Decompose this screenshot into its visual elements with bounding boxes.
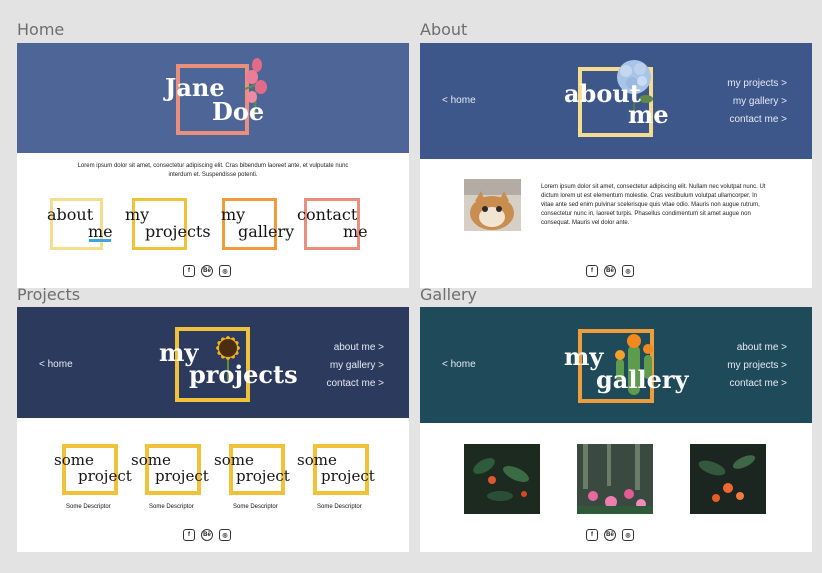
active-underline <box>89 239 111 242</box>
home-intro-text: Lorem ipsum dolor sit amet, consectetur … <box>77 163 349 178</box>
about-nav: my projects > my gallery > contact me > <box>727 75 787 129</box>
nav-about-me[interactable]: about me > <box>326 339 384 357</box>
instagram-icon[interactable]: ◎ <box>219 529 231 541</box>
project-word-top: some <box>131 451 171 469</box>
behance-icon[interactable]: Bē <box>604 529 616 541</box>
tile-word-bottom: me <box>88 222 113 241</box>
tile-word-top: contact <box>297 205 358 224</box>
hero-name-last: Doe <box>212 97 265 126</box>
gallery-photo-1[interactable] <box>464 444 540 514</box>
section-label-home: Home <box>17 20 65 39</box>
projects-page-mockup: my projects < home about me > my gallery… <box>17 307 409 552</box>
facebook-icon[interactable]: f <box>183 529 195 541</box>
gallery-photo-3[interactable] <box>690 444 766 514</box>
section-label-about: About <box>420 20 468 39</box>
behance-icon[interactable]: Bē <box>604 265 616 277</box>
nav-contact-me[interactable]: contact me > <box>727 375 787 393</box>
nav-about-me[interactable]: about me > <box>727 339 787 357</box>
tile-word-bottom: gallery <box>238 222 295 241</box>
back-home-link[interactable]: < home <box>442 359 476 370</box>
tile-word-bottom: me <box>343 222 368 241</box>
projects-hero: my projects < home about me > my gallery… <box>17 307 409 418</box>
instagram-icon[interactable]: ◎ <box>219 265 231 277</box>
tile-word-bottom: projects <box>145 222 211 241</box>
project-word-bottom: project <box>236 467 290 485</box>
gallery-nav: about me > my projects > contact me > <box>727 339 787 393</box>
facebook-icon[interactable]: f <box>586 529 598 541</box>
back-home-link[interactable]: < home <box>39 359 73 370</box>
home-page-mockup: Jane Doe Lorem ipsum dolor sit amet, con… <box>17 43 409 288</box>
tile-word-top: my <box>125 205 150 224</box>
back-home-link[interactable]: < home <box>442 95 476 106</box>
hero-title-bottom: projects <box>189 360 298 389</box>
social-links: f Bē ◎ <box>183 529 231 541</box>
about-hero: about me < home my projects > my gallery… <box>420 43 812 159</box>
hero-title-bottom: gallery <box>596 365 689 394</box>
nav-my-gallery[interactable]: my gallery > <box>727 93 787 111</box>
nav-my-gallery[interactable]: my gallery > <box>326 357 384 375</box>
project-word-bottom: project <box>78 467 132 485</box>
project-word-top: some <box>54 451 94 469</box>
home-hero: Jane Doe <box>17 43 409 153</box>
project-word-bottom: project <box>321 467 375 485</box>
behance-icon[interactable]: Bē <box>201 265 213 277</box>
social-links: f Bē ◎ <box>586 529 634 541</box>
social-links: f Bē ◎ <box>183 265 231 277</box>
behance-icon[interactable]: Bē <box>201 529 213 541</box>
instagram-icon[interactable]: ◎ <box>622 265 634 277</box>
facebook-icon[interactable]: f <box>183 265 195 277</box>
gallery-photo-2[interactable] <box>577 444 653 514</box>
nav-my-projects[interactable]: my projects > <box>727 357 787 375</box>
gallery-page-mockup: my gallery < home about me > my projects… <box>420 307 812 552</box>
project-descriptor: Some Descriptor <box>66 504 111 510</box>
tile-word-top: my <box>221 205 246 224</box>
nav-contact-me[interactable]: contact me > <box>326 375 384 393</box>
social-links: f Bē ◎ <box>586 265 634 277</box>
gallery-hero: my gallery < home about me > my projects… <box>420 307 812 423</box>
about-page-mockup: about me < home my projects > my gallery… <box>420 43 812 288</box>
project-descriptor: Some Descriptor <box>233 504 278 510</box>
tile-word-top: about <box>47 205 94 224</box>
project-descriptor: Some Descriptor <box>317 504 362 510</box>
project-descriptor: Some Descriptor <box>149 504 194 510</box>
nav-contact-me[interactable]: contact me > <box>727 111 787 129</box>
hero-title-bottom: me <box>628 100 669 129</box>
project-word-bottom: project <box>155 467 209 485</box>
profile-cat-photo <box>464 179 521 231</box>
project-word-top: some <box>297 451 337 469</box>
about-bio-text: Lorem ipsum dolor sit amet, consectetur … <box>541 184 766 226</box>
projects-nav: about me > my gallery > contact me > <box>326 339 384 393</box>
project-word-top: some <box>214 451 254 469</box>
facebook-icon[interactable]: f <box>586 265 598 277</box>
instagram-icon[interactable]: ◎ <box>622 529 634 541</box>
nav-my-projects[interactable]: my projects > <box>727 75 787 93</box>
